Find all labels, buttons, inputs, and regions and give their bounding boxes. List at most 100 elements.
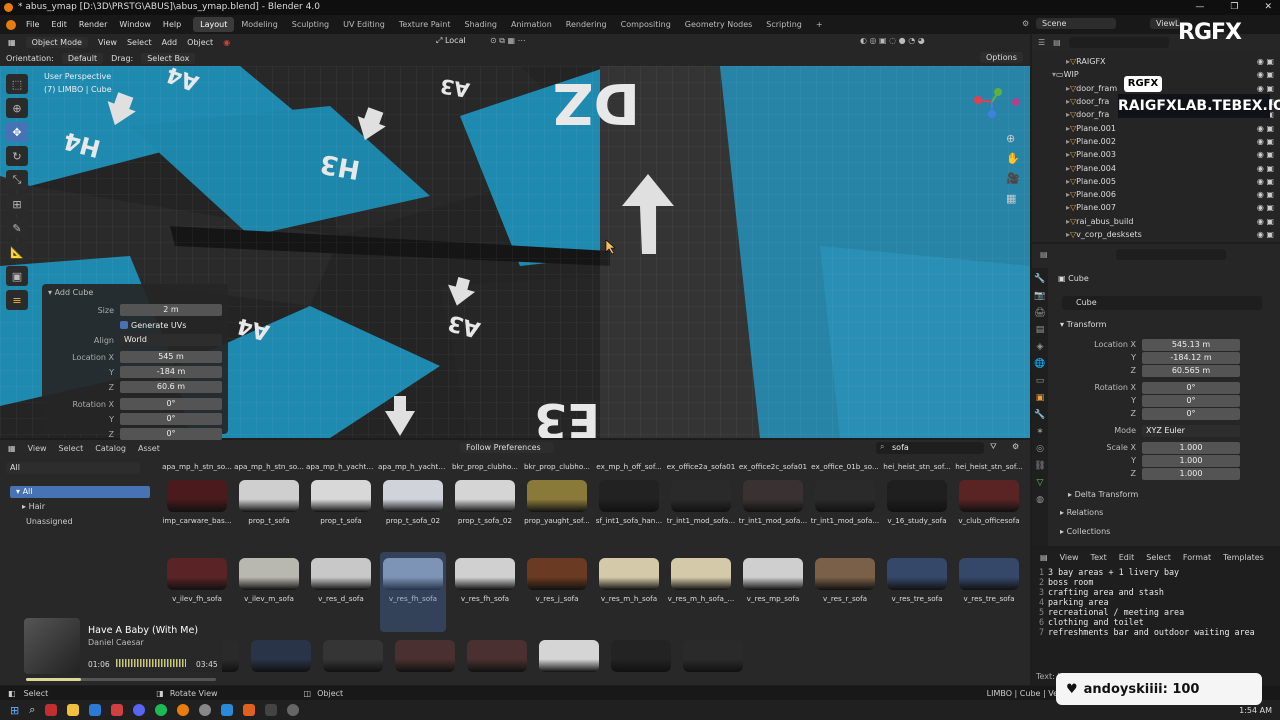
tab-geometry-nodes[interactable]: Geometry Nodes (678, 17, 759, 32)
location-z-field[interactable]: 60.6 m (120, 381, 222, 393)
asset-card[interactable]: v_res_r_sofa (810, 554, 880, 603)
view-layer-selector[interactable]: ViewLayer (1150, 18, 1180, 29)
visibility-eye-icon[interactable]: ◉ ▣ (1257, 150, 1274, 159)
navigation-gizmo[interactable]: ⊕ ✋ 🎥 ▦ (968, 88, 1024, 208)
object-name-field[interactable]: Cube (1062, 296, 1262, 310)
annotate-tool-icon[interactable]: ✎ (6, 218, 28, 238)
outliner-item[interactable]: ▸ ▽ RAIGFX ◉ ▣ (1032, 55, 1280, 68)
menu-window[interactable]: Window (113, 20, 157, 29)
asset-card[interactable]: ex_office_01b_so... (810, 462, 880, 471)
taskbar-search-icon[interactable]: ⌕ (29, 703, 35, 717)
transform-tool-icon[interactable]: ⊞ (6, 194, 28, 214)
options-button[interactable]: Options (980, 52, 1023, 63)
scene-selector[interactable]: Scene (1036, 18, 1116, 29)
taskbar-app-icon[interactable] (45, 704, 58, 716)
outliner-item[interactable]: ▸ ▽ Plane.007 ◉ ▣ (1032, 201, 1280, 214)
asset-card[interactable]: sf_int1_sofa_han... (594, 476, 664, 525)
asset-card[interactable] (318, 636, 388, 676)
cursor-tool-icon[interactable]: ⊕ (6, 98, 28, 118)
taskbar-app-icon[interactable] (89, 704, 102, 716)
menu-render[interactable]: Render (73, 20, 113, 29)
text-line[interactable]: 6 clothing and toilet (1032, 617, 1280, 627)
ab-menu-view[interactable]: View (28, 444, 47, 453)
object-tab-icon[interactable]: ▣ (1036, 393, 1045, 403)
asset-card[interactable]: apa_mp_h_stn_so... (234, 462, 304, 471)
collection-tab-icon[interactable]: ▭ (1036, 376, 1045, 386)
asset-card[interactable]: ex_office2a_sofa01 (666, 462, 736, 471)
text-line[interactable]: 3 crafting area and stash (1032, 587, 1280, 597)
asset-card[interactable]: v_ilev_m_sofa (234, 554, 304, 603)
taskbar-app-icon[interactable] (265, 704, 278, 716)
tab-modeling[interactable]: Modeling (234, 17, 284, 32)
asset-card[interactable] (462, 636, 532, 676)
catalog-unassigned[interactable]: Unassigned (26, 517, 73, 526)
ab-menu-catalog[interactable]: Catalog (95, 444, 126, 453)
asset-card[interactable]: hei_heist_stn_sof... (954, 462, 1024, 471)
physics-tab-icon[interactable]: ◎ (1036, 444, 1044, 454)
outliner-item[interactable]: ▸ ▽ Plane.006 ◉ ▣ (1032, 188, 1280, 201)
taskbar-app-icon[interactable] (287, 704, 300, 716)
outliner-editor-icon[interactable]: ☰ (1038, 38, 1045, 47)
asset-card[interactable]: ex_mp_h_off_sof... (594, 462, 664, 471)
visibility-eye-icon[interactable]: ◉ ▣ (1257, 217, 1274, 226)
ab-menu-asset[interactable]: Asset (138, 444, 160, 453)
asset-card[interactable]: tr_int1_mod_sofa... (810, 476, 880, 525)
text-line[interactable]: 7 refreshments bar and outdoor waiting ar… (1032, 627, 1280, 637)
te-menu-format[interactable]: Format (1183, 553, 1211, 562)
tab-sculpting[interactable]: Sculpting (285, 17, 336, 32)
modifier-tab-icon[interactable]: 🔧 (1034, 410, 1045, 420)
te-menu-edit[interactable]: Edit (1119, 553, 1135, 562)
asset-card[interactable]: v_res_fh_sofa (450, 554, 520, 603)
catalog-all[interactable]: ▾ All (10, 486, 150, 498)
visibility-eye-icon[interactable]: ◉ ▣ (1257, 190, 1274, 199)
asset-card[interactable]: v_res_mp_sofa (738, 554, 808, 603)
asset-card[interactable] (246, 636, 316, 676)
visibility-eye-icon[interactable]: ◉ ▣ (1257, 137, 1274, 146)
asset-card[interactable]: bkr_prop_clubho... (450, 462, 520, 471)
asset-card[interactable]: prop_yaught_sof... (522, 476, 592, 525)
outliner-item[interactable]: ▸ ▽ v_corp_desksets ◉ ▣ (1032, 228, 1280, 241)
taskbar-spotify-icon[interactable] (155, 704, 168, 716)
text-line[interactable]: 5 recreational / meeting area (1032, 607, 1280, 617)
world-tab-icon[interactable]: 🌐 (1034, 359, 1045, 369)
properties-search-input[interactable] (1115, 248, 1226, 260)
select-box-tool-icon[interactable]: ⬚ (6, 74, 28, 94)
tab-layout[interactable]: Layout (193, 17, 235, 32)
catalog-hair[interactable]: ▸ Hair (22, 502, 45, 511)
asset-card[interactable]: v_res_tre_sofa (954, 554, 1024, 603)
visibility-eye-icon[interactable]: ◉ ▣ (1257, 177, 1274, 186)
outliner-item[interactable]: ▸ ▽ Plane.004 ◉ ▣ (1032, 161, 1280, 174)
menu-object[interactable]: Object (187, 38, 213, 47)
location-x-field[interactable]: 545 m (120, 351, 222, 363)
import-method-selector[interactable]: Follow Preferences (460, 442, 554, 453)
drag-selector[interactable]: Select Box (141, 52, 196, 64)
render-tab-icon[interactable]: 📷 (1034, 291, 1045, 301)
asset-card[interactable]: tr_int1_mod_sofa... (666, 476, 736, 525)
menu-help[interactable]: Help (157, 20, 187, 29)
asset-library-selector[interactable]: All (6, 462, 140, 474)
asset-card[interactable]: v_16_study_sofa (882, 476, 952, 525)
rotation-z-field[interactable]: 0° (120, 428, 222, 440)
generate-uvs-checkbox[interactable]: Generate UVs (120, 321, 222, 330)
tab-shading[interactable]: Shading (457, 17, 504, 32)
tool-tab-icon[interactable]: 🔧 (1034, 274, 1045, 284)
menu-file[interactable]: File (20, 20, 45, 29)
rotation-x-field[interactable]: 0° (120, 398, 222, 410)
move-tool-icon[interactable]: ✥ (6, 122, 28, 142)
taskbar-blender-icon[interactable] (177, 704, 190, 716)
taskbar-vscode-icon[interactable] (221, 704, 234, 716)
scale-x-field[interactable]: 1.000 (1142, 441, 1240, 454)
properties-editor-icon[interactable]: ▤ (1040, 250, 1048, 259)
asset-card[interactable]: ex_office2c_sofa01 (738, 462, 808, 471)
asset-card[interactable]: prop_t_sofa_02 (450, 476, 520, 525)
tab-rendering[interactable]: Rendering (559, 17, 614, 32)
taskbar-app-icon[interactable] (199, 704, 212, 716)
rotation-mode-selector[interactable]: XYZ Euler (1142, 424, 1240, 437)
visibility-eye-icon[interactable]: ◉ ▣ (1257, 164, 1274, 173)
outliner-item[interactable]: ▸ ▽ Plane.003 ◉ ▣ (1032, 148, 1280, 161)
asset-card[interactable]: apa_mp_h_yacht_... (306, 462, 376, 471)
asset-card[interactable]: prop_t_sofa (306, 476, 376, 525)
text-line[interactable]: 1 3 bay areas + 1 livery bay (1032, 567, 1280, 577)
scale-y-field[interactable]: 1.000 (1142, 454, 1240, 467)
te-menu-select[interactable]: Select (1146, 553, 1171, 562)
